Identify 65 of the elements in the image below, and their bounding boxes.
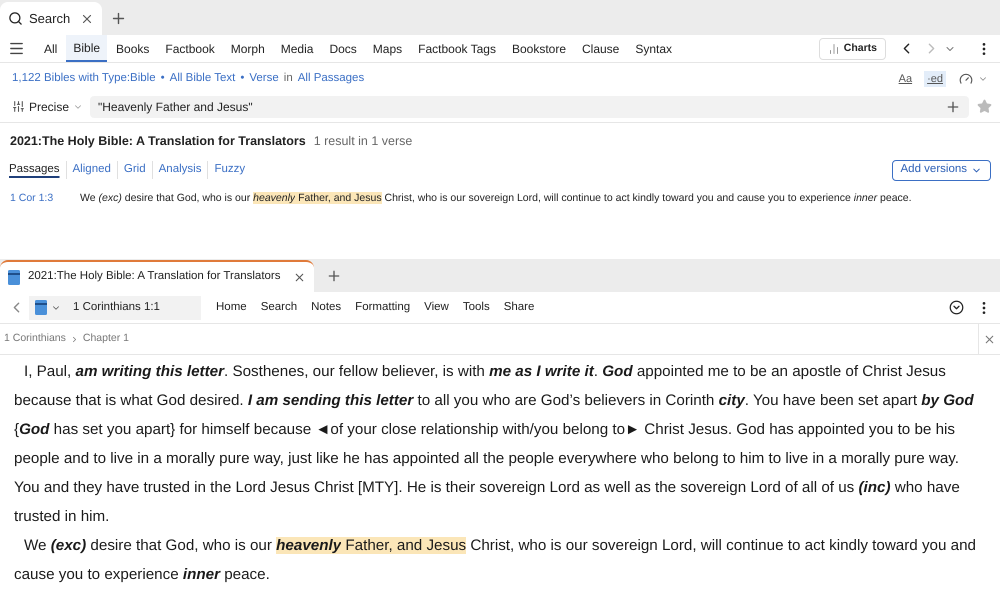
- document-tab[interactable]: 2021:The Holy Bible: A Translation for Translators: [0, 260, 314, 292]
- nav-tab[interactable]: Docs: [322, 35, 364, 62]
- search-icon: [8, 11, 23, 26]
- nav-tab[interactable]: Bible: [66, 35, 108, 62]
- bar-chart-icon: [828, 42, 840, 54]
- book-icon: [35, 300, 47, 315]
- close-icon[interactable]: [292, 270, 306, 284]
- search-tab[interactable]: Search: [0, 2, 102, 35]
- add-versions-button[interactable]: Add versions: [892, 160, 991, 180]
- star-icon[interactable]: [977, 99, 992, 114]
- scope-link[interactable]: All Bible Text: [170, 70, 236, 88]
- separator-dot: •: [160, 71, 165, 86]
- menu-item[interactable]: Tools: [456, 298, 497, 316]
- nav-tab[interactable]: Media: [274, 35, 320, 62]
- add-icon[interactable]: [945, 98, 961, 114]
- new-tab-icon[interactable]: [326, 268, 342, 284]
- nav-tab[interactable]: Bookstore: [504, 35, 573, 62]
- search-field[interactable]: "Heavenly Father and Jesus": [90, 96, 969, 118]
- tab-label: Search: [29, 10, 70, 28]
- menu-item[interactable]: Notes: [304, 298, 348, 316]
- close-icon[interactable]: [983, 332, 996, 346]
- mode-dropdown[interactable]: Precise: [12, 98, 90, 116]
- format-toggle[interactable]: Aa: [896, 70, 916, 88]
- breadcrumb-item[interactable]: 1 Corinthians: [4, 331, 66, 347]
- result-tab[interactable]: Aligned: [66, 161, 117, 179]
- scope-link[interactable]: Verse: [249, 70, 279, 88]
- scope-link[interactable]: 1,122 Bibles with Type:Bible: [12, 70, 156, 88]
- gauge-icon[interactable]: [959, 72, 973, 86]
- result-count: 1 result in 1 verse: [314, 133, 412, 150]
- nav-tab[interactable]: Morph: [224, 35, 272, 62]
- result-tab[interactable]: Grid: [116, 161, 152, 179]
- reference-field[interactable]: 1 Corinthians 1:1: [29, 296, 201, 320]
- book-icon: [8, 270, 20, 284]
- sliders-icon: [12, 100, 25, 113]
- tab-label: 2021:The Holy Bible: A Translation for Translators: [28, 269, 280, 284]
- reference-text: 1 Corinthians 1:1: [73, 300, 160, 315]
- nav-tab[interactable]: Syntax: [628, 35, 680, 62]
- nav-tab[interactable]: Factbook: [158, 35, 222, 62]
- nav-tab[interactable]: Books: [109, 35, 156, 62]
- breadcrumb-item[interactable]: Chapter 1: [82, 331, 129, 347]
- nav-tab[interactable]: All: [37, 35, 64, 62]
- menu-item[interactable]: View: [417, 298, 456, 316]
- separator-dot: •: [240, 71, 244, 86]
- bible-paragraph: We (exc) desire that God, who is our heavenly Father, and Jesus Christ, who is our sovereign Lord, will continue to act kindly toward you and cause you to experience inner peace.: [14, 536, 978, 585]
- result-tab[interactable]: Passages: [9, 161, 66, 179]
- charts-button[interactable]: Charts: [818, 38, 886, 60]
- bible-paragraph: I, Paul, am writing this letter. Sosthenes, our fellow believer, is with me as I write it. God appointed me to be an apostle of Christ Jesus because that is what God desired. I am sending this letter to all you who are God’s believers in Corinth city. You have been set apart by God {God has set you apart} for himself because ◄of your close relationship with/you belong to► Christ Jesus. God has appointed you to be his people and to live in a morally pure way, just like he has appointed all the people everywhere who belong to him to live in a morally pure way. You and they have trusted in the Lord Jesus Christ [MTY]. He is their sovereign Lord as well as the sovereign Lord of all of us (inc) who have trusted in him.: [14, 362, 975, 527]
- result-title: 2021:The Holy Bible: A Translation for Translators: [10, 133, 306, 150]
- menu-item[interactable]: Share: [496, 298, 542, 316]
- verse-text: We (exc) desire that God, who is our heavenly Father, and Jesus Christ, who is our sovereign Lord, will continue to act kindly toward you and cause you to experience inner peace.: [80, 191, 912, 206]
- result-tab[interactable]: Fuzzy: [207, 161, 252, 179]
- scope-text: in: [284, 71, 293, 86]
- nav-tab[interactable]: Maps: [366, 35, 410, 62]
- verse-reference[interactable]: 1 Cor 1:3: [10, 191, 80, 207]
- scope-link[interactable]: All Passages: [298, 70, 364, 88]
- result-tab[interactable]: Analysis: [152, 161, 208, 179]
- menu-item[interactable]: Search: [254, 298, 304, 316]
- nav-tab[interactable]: Clause: [575, 35, 626, 62]
- circle-chevron-icon[interactable]: [949, 300, 964, 315]
- search-input[interactable]: "Heavenly Father and Jesus": [98, 98, 961, 116]
- nav-tab[interactable]: Factbook Tags: [411, 35, 503, 62]
- menu-icon[interactable]: [8, 40, 25, 57]
- menu-item[interactable]: Home: [209, 298, 254, 316]
- format-toggle[interactable]: ·ed: [924, 70, 946, 88]
- menu-item[interactable]: Formatting: [348, 298, 418, 316]
